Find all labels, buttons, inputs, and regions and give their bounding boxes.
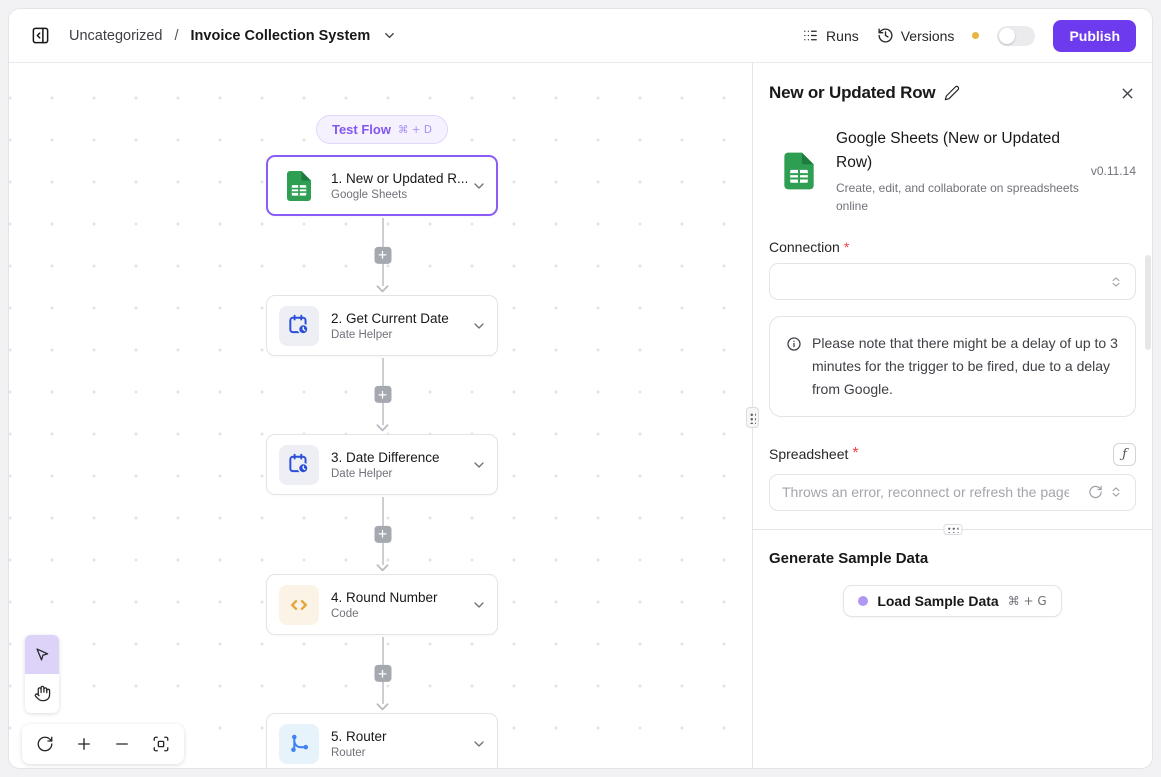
flow-menu-chevron-icon[interactable] (382, 28, 397, 43)
connection-label: Connection (769, 239, 840, 255)
load-sample-data-label: Load Sample Data (877, 593, 998, 609)
canvas-mode-toolbar (25, 635, 59, 713)
connector (374, 218, 391, 293)
panel-section-divider (753, 529, 1152, 530)
node-title: 1. New or Updated R... (331, 171, 467, 186)
node-chevron-icon[interactable] (471, 597, 487, 613)
history-icon (877, 27, 894, 44)
load-sample-data-button[interactable]: Load Sample Data ⌘ + G (843, 585, 1061, 617)
node-subtitle: Router (331, 747, 467, 759)
node-title: 2. Get Current Date (331, 311, 467, 326)
trigger-delay-text: Please note that there might be a delay … (812, 332, 1119, 401)
node-chevron-icon[interactable] (471, 736, 487, 752)
runs-button[interactable]: Runs (802, 27, 859, 44)
publish-button[interactable]: Publish (1053, 20, 1136, 52)
flow-node-3[interactable]: 3. Date Difference Date Helper (266, 434, 498, 495)
refresh-options-icon[interactable] (1088, 485, 1103, 500)
spreadsheet-placeholder: Throws an error, reconnect or refresh th… (782, 484, 1069, 500)
node-subtitle: Google Sheets (331, 189, 467, 201)
close-panel-icon[interactable] (1119, 85, 1136, 102)
node-subtitle: Date Helper (331, 329, 467, 341)
flow-node-1[interactable]: 1. New or Updated R... Google Sheets (266, 155, 498, 216)
draft-status-dot (972, 32, 979, 39)
plus-icon (75, 735, 93, 753)
load-sample-data-shortcut: ⌘ + G (1008, 594, 1047, 608)
runs-label: Runs (826, 28, 859, 44)
google-sheets-icon (777, 149, 821, 193)
runs-list-icon (802, 27, 819, 44)
breadcrumb-folder[interactable]: Uncategorized (69, 28, 163, 44)
dynamic-value-toggle[interactable]: ƒ (1113, 443, 1136, 466)
sidebar-toggle-icon[interactable] (25, 21, 55, 51)
calendar-clock-icon (279, 306, 319, 346)
spreadsheet-select[interactable]: Throws an error, reconnect or refresh th… (769, 474, 1136, 511)
purple-dot-icon (858, 596, 868, 606)
router-icon (279, 724, 319, 764)
test-flow-shortcut: ⌘ + D (398, 124, 432, 136)
canvas-zoom-toolbar (22, 724, 184, 764)
zoom-in-button[interactable] (67, 727, 101, 761)
pan-tool-button[interactable] (25, 674, 59, 713)
rotate-cw-icon (36, 735, 54, 753)
fit-to-view-button[interactable] (144, 727, 178, 761)
zoom-out-button[interactable] (105, 727, 139, 761)
flow-node-4[interactable]: 4. Round Number Code (266, 574, 498, 635)
fit-screen-icon (152, 735, 170, 753)
required-asterisk: * (852, 445, 858, 463)
flow-enabled-toggle[interactable] (997, 26, 1035, 46)
chevron-updown-icon (1109, 485, 1123, 499)
node-title: 3. Date Difference (331, 450, 467, 465)
connector (374, 358, 391, 432)
flow-canvas[interactable]: Test Flow ⌘ + D 1. New or Updated R... G… (9, 63, 752, 768)
connection-select[interactable] (769, 263, 1136, 300)
panel-title: New or Updated Row (769, 83, 935, 103)
flow-node-2[interactable]: 2. Get Current Date Date Helper (266, 295, 498, 356)
node-chevron-icon[interactable] (471, 318, 487, 334)
connector (374, 637, 391, 711)
add-step-button[interactable] (374, 525, 391, 542)
mouse-pointer-icon (34, 646, 51, 663)
panel-resize-handle[interactable] (746, 407, 759, 428)
required-asterisk: * (844, 239, 849, 255)
calendar-clock-icon (279, 445, 319, 485)
top-bar: Uncategorized / Invoice Collection Syste… (9, 9, 1152, 63)
generate-sample-data-heading: Generate Sample Data (769, 550, 1136, 567)
select-tool-button[interactable] (25, 635, 59, 674)
flow-node-5[interactable]: 5. Router Router (266, 713, 498, 768)
info-icon (786, 336, 802, 401)
step-settings-panel: New or Updated Row (752, 63, 1152, 768)
versions-button[interactable]: Versions (877, 27, 955, 44)
panel-scrollbar[interactable] (1145, 255, 1151, 350)
connector (374, 497, 391, 572)
test-flow-button[interactable]: Test Flow ⌘ + D (316, 115, 448, 144)
node-title: 4. Round Number (331, 590, 467, 605)
node-title: 5. Router (331, 729, 467, 744)
versions-label: Versions (901, 28, 955, 44)
google-sheets-icon (279, 166, 319, 206)
section-resize-handle[interactable] (943, 524, 962, 535)
piece-description: Create, edit, and collaborate on spreads… (836, 179, 1085, 215)
code-icon (279, 585, 319, 625)
rename-step-icon[interactable] (944, 85, 960, 101)
add-step-button[interactable] (374, 246, 391, 263)
piece-version: v0.11.14 (1091, 164, 1136, 178)
piece-name: Google Sheets (New or Updated Row) (836, 127, 1085, 175)
add-step-button[interactable] (374, 665, 391, 682)
add-step-button[interactable] (374, 386, 391, 403)
node-chevron-icon[interactable] (471, 457, 487, 473)
breadcrumb-flow-name[interactable]: Invoice Collection System (191, 28, 371, 44)
test-flow-label: Test Flow (332, 122, 391, 137)
chevron-updown-icon (1109, 275, 1123, 289)
node-subtitle: Code (331, 608, 467, 620)
node-chevron-icon[interactable] (471, 178, 487, 194)
app-window: Uncategorized / Invoice Collection Syste… (8, 8, 1153, 769)
breadcrumb-separator: / (173, 28, 181, 44)
reset-view-button[interactable] (28, 727, 62, 761)
hand-icon (34, 685, 51, 702)
minus-icon (113, 735, 131, 753)
node-subtitle: Date Helper (331, 468, 467, 480)
trigger-delay-note: Please note that there might be a delay … (769, 316, 1136, 417)
spreadsheet-label: Spreadsheet (769, 446, 848, 462)
